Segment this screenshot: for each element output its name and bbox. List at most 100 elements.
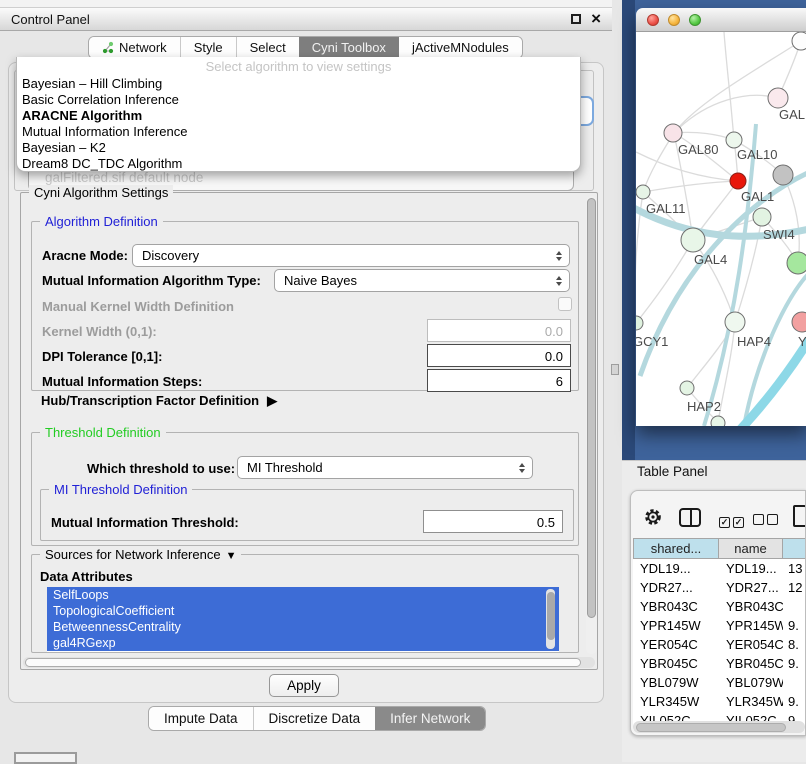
node-salmon[interactable] <box>792 312 806 332</box>
which-threshold-combo[interactable]: MI Threshold <box>237 456 533 479</box>
scrollbar-thumb[interactable] <box>636 723 786 732</box>
tab-style[interactable]: Style <box>180 37 236 58</box>
mi-type-combo[interactable]: Naive Bayes <box>274 269 570 292</box>
column-header-partial[interactable] <box>783 538 806 559</box>
cell-value[interactable]: 9. <box>783 692 806 711</box>
node-hap2[interactable] <box>680 381 694 395</box>
tab-impute-data[interactable]: Impute Data <box>149 707 253 730</box>
cell-value[interactable]: 13 <box>783 559 806 578</box>
cell-shared-name[interactable]: YER054C <box>633 635 719 654</box>
node-gal4[interactable] <box>681 228 705 252</box>
tab-discretize-data[interactable]: Discretize Data <box>253 707 376 730</box>
table-row[interactable]: YDL19... YDL19... 13 <box>633 559 806 578</box>
cell-value[interactable] <box>783 673 806 692</box>
dropdown-item[interactable]: Bayesian – K2 <box>17 140 580 156</box>
cell-value[interactable] <box>783 597 806 616</box>
cell-shared-name[interactable]: YLR345W <box>633 692 719 711</box>
zoom-traffic-light[interactable] <box>689 14 701 26</box>
cell-name[interactable]: YBR043C <box>719 597 783 616</box>
node-gray[interactable] <box>773 165 793 185</box>
node-green-edge[interactable] <box>787 252 806 274</box>
attribute-item[interactable]: BetweennessCentrality <box>47 619 559 635</box>
attribute-item[interactable]: gal4RGexp <box>47 635 559 651</box>
table-row[interactable]: YPR145W YPR145W 9. <box>633 616 806 635</box>
cell-name[interactable]: YBR045C <box>719 654 783 673</box>
cell-name[interactable]: YLR345W <box>719 692 783 711</box>
kernel-width-field[interactable]: 0.0 <box>427 319 571 342</box>
cell-name[interactable]: YBL079W <box>719 673 783 692</box>
dpi-tolerance-field[interactable]: 0.0 <box>427 344 571 367</box>
close-traffic-light[interactable] <box>647 14 659 26</box>
cell-name[interactable]: YER054C <box>719 635 783 654</box>
node-gal1-selected[interactable] <box>730 173 746 189</box>
attribute-item[interactable]: SelfLoops <box>47 587 559 603</box>
node-gcy1[interactable] <box>636 316 643 330</box>
dropdown-item[interactable]: Bayesian – Hill Climbing <box>17 76 580 92</box>
manual-kernel-checkbox[interactable] <box>558 297 572 311</box>
node-bottom[interactable] <box>711 416 725 426</box>
cell-value[interactable]: 8. <box>783 635 806 654</box>
export-table-icon[interactable] <box>793 505 806 527</box>
cell-name[interactable]: YDL19... <box>719 559 783 578</box>
minimize-traffic-light[interactable] <box>668 14 680 26</box>
table-row[interactable]: YER054C YER054C 8. <box>633 635 806 654</box>
cell-shared-name[interactable]: YBR045C <box>633 654 719 673</box>
tab-infer-network[interactable]: Infer Network <box>375 707 485 730</box>
column-header-shared-name[interactable]: shared... <box>633 538 719 559</box>
table-row[interactable]: YLR345W YLR345W 9. <box>633 692 806 711</box>
settings-horizontal-scrollbar[interactable] <box>23 657 595 668</box>
minimized-panel-box[interactable] <box>14 752 77 764</box>
cell-shared-name[interactable]: YBL079W <box>633 673 719 692</box>
cell-shared-name[interactable]: YPR145W <box>633 616 719 635</box>
cell-name[interactable]: YDR27... <box>719 578 783 597</box>
attribute-item[interactable]: TopologicalCoefficient <box>47 603 559 619</box>
tab-cyni-toolbox[interactable]: Cyni Toolbox <box>299 37 399 58</box>
node-gal10[interactable] <box>726 132 742 148</box>
node-gal11[interactable] <box>636 185 650 199</box>
show-columns-icon[interactable] <box>679 508 701 527</box>
settings-vertical-scrollbar[interactable] <box>586 196 597 654</box>
column-header-name[interactable]: name <box>719 538 783 559</box>
float-window-icon[interactable] <box>571 14 581 24</box>
tab-select[interactable]: Select <box>236 37 299 58</box>
node-swi4[interactable] <box>753 208 771 226</box>
node-gal-partial[interactable] <box>768 88 788 108</box>
node-gal80[interactable] <box>664 124 682 142</box>
mi-steps-field[interactable]: 6 <box>427 369 571 392</box>
table-settings-gear-icon[interactable] <box>643 507 663 532</box>
close-icon[interactable]: × <box>591 13 601 25</box>
cell-value[interactable]: 9. <box>783 616 806 635</box>
cell-shared-name[interactable]: YBR043C <box>633 597 719 616</box>
table-row[interactable]: YBR043C YBR043C <box>633 597 806 616</box>
scrollbar-thumb[interactable] <box>547 592 555 640</box>
sources-legend[interactable]: Sources for Network Inference▼ <box>40 547 241 562</box>
tab-jactivemnodules[interactable]: jActiveMNodules <box>399 37 522 58</box>
panel-splitter-handle[interactable] <box>611 364 619 375</box>
table-row[interactable]: YDR27... YDR27... 12 <box>633 578 806 597</box>
node-hap4[interactable] <box>725 312 745 332</box>
deselect-all-columns-icon[interactable] <box>753 512 778 530</box>
cell-value[interactable]: 9. <box>783 654 806 673</box>
table-row[interactable]: YBL079W YBL079W <box>633 673 806 692</box>
dropdown-item[interactable]: Dream8 DC_TDC Algorithm <box>17 156 580 172</box>
attribute-list-scrollbar[interactable] <box>546 589 555 649</box>
table-horizontal-scrollbar[interactable] <box>633 721 805 733</box>
cell-value[interactable]: 12 <box>783 578 806 597</box>
aracne-mode-combo[interactable]: Discovery <box>132 244 570 267</box>
dropdown-item[interactable]: Mutual Information Inference <box>17 124 580 140</box>
apply-button[interactable]: Apply <box>269 674 339 697</box>
scrollbar-thumb[interactable] <box>587 198 596 618</box>
table-row[interactable]: YBR045C YBR045C 9. <box>633 654 806 673</box>
mi-threshold-field[interactable]: 0.5 <box>423 510 563 533</box>
dropdown-item-selected[interactable]: ARACNE Algorithm <box>17 108 580 124</box>
hub-definition-toggle[interactable]: Hub/Transcription Factor Definition▶ <box>41 393 277 409</box>
cell-shared-name[interactable]: YDR27... <box>633 578 719 597</box>
select-all-columns-icon[interactable]: ✓✓ <box>719 512 744 530</box>
node-unnamed[interactable] <box>792 32 806 50</box>
dropdown-item[interactable]: Basic Correlation Inference <box>17 92 580 108</box>
network-canvas[interactable]: GAL80 GAL10 GAL1 GAL11 SWI4 GAL4 GCY1 HA… <box>636 32 806 426</box>
tab-network[interactable]: Network <box>89 37 180 58</box>
cell-name[interactable]: YPR145W <box>719 616 783 635</box>
scrollbar-thumb[interactable] <box>25 658 581 667</box>
cell-shared-name[interactable]: YDL19... <box>633 559 719 578</box>
